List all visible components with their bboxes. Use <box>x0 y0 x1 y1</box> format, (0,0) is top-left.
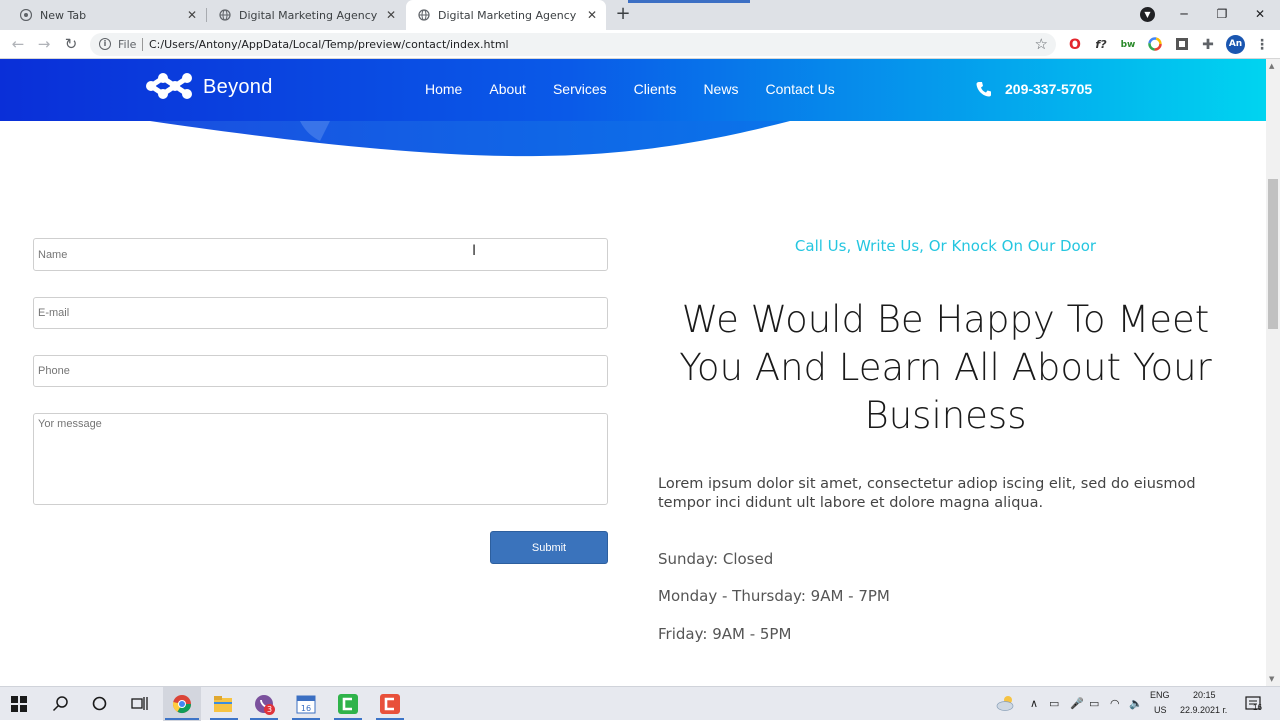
brand-logo[interactable]: Beyond <box>145 72 273 102</box>
submit-button[interactable]: Submit <box>490 531 608 564</box>
chrome-icon <box>20 9 32 21</box>
email-field[interactable] <box>33 297 608 329</box>
tab-strip: New Tab ✕ Digital Marketing Agency ✕ Dig… <box>0 0 1280 30</box>
language-indicator[interactable]: ENG <box>1150 690 1170 700</box>
color-wheel-icon[interactable] <box>1147 37 1163 53</box>
text-cursor-icon: I <box>472 243 477 259</box>
nav-news[interactable]: News <box>703 81 738 97</box>
url-text[interactable]: C:/Users/Antony/AppData/Local/Temp/previ… <box>149 38 509 51</box>
hours-friday: Friday: 9AM - 5PM <box>658 625 792 643</box>
window-close-button[interactable]: ✕ <box>1249 4 1271 24</box>
close-icon[interactable]: ✕ <box>383 8 399 22</box>
task-view-icon[interactable] <box>131 696 148 715</box>
tab-title: Digital Marketing Agency <box>438 8 577 22</box>
cortana-icon[interactable] <box>92 696 107 715</box>
site-header: Beyond Home About Services Clients News … <box>0 59 1266 159</box>
page-viewport: Beyond Home About Services Clients News … <box>0 59 1266 686</box>
svg-text:16: 16 <box>301 704 311 713</box>
close-icon[interactable]: ✕ <box>584 8 600 22</box>
notification-count: 16 <box>1253 703 1262 712</box>
phone-field[interactable] <box>33 355 608 387</box>
nav-clients[interactable]: Clients <box>634 81 677 97</box>
globe-icon <box>418 9 430 21</box>
search-icon[interactable] <box>52 695 69 716</box>
notification-badge: 3 <box>264 704 275 715</box>
reload-icon[interactable]: ↻ <box>61 34 81 54</box>
forward-arrow-icon[interactable]: → <box>34 34 54 54</box>
page-scrollbar[interactable]: ▲ ▼ <box>1266 59 1280 686</box>
brand-name: Beyond <box>203 75 273 98</box>
close-icon[interactable]: ✕ <box>184 8 200 22</box>
nav-about[interactable]: About <box>489 81 526 97</box>
nav-home[interactable]: Home <box>425 81 462 97</box>
address-bar[interactable]: i File C:/Users/Antony/AppData/Local/Tem… <box>90 33 1056 56</box>
file-explorer-icon[interactable] <box>213 695 233 717</box>
bw-extension-icon[interactable]: bw <box>1120 37 1136 53</box>
menu-dots-icon[interactable]: ⋮ <box>1254 37 1270 53</box>
star-icon[interactable]: ☆ <box>1035 35 1048 53</box>
weather-icon[interactable] <box>996 694 1016 716</box>
clock-date[interactable]: 22.9.2021 г. <box>1180 705 1227 715</box>
tab-title: Digital Marketing Agency <box>239 8 378 22</box>
tab-digital-marketing-1[interactable]: Digital Marketing Agency ✕ <box>207 0 405 30</box>
browser-toolbar: ← → ↻ i File C:/Users/Antony/AppData/Loc… <box>0 30 1280 59</box>
wifi-icon[interactable]: ◠ <box>1110 697 1120 710</box>
calendar-icon[interactable]: 16 <box>296 694 316 718</box>
drag-indicator <box>628 0 750 3</box>
chevron-down-icon[interactable]: ▼ <box>1140 7 1155 22</box>
tab-digital-marketing-active[interactable]: Digital Marketing Agency ✕ <box>406 0 606 30</box>
hours-sunday: Sunday: Closed <box>658 550 774 568</box>
main-navigation: Home About Services Clients News Contact… <box>425 81 862 97</box>
brand-logo-icon <box>146 73 192 99</box>
new-tab-button[interactable]: + <box>612 4 634 26</box>
volume-icon[interactable]: 🔈 <box>1129 697 1143 710</box>
windows-taskbar: 3 16 ∧ ▭ 🎤 ▭ ◠ 🔈 ENG US 20:15 22.9.2021 … <box>0 686 1280 721</box>
battery-icon[interactable]: ▭ <box>1089 697 1099 710</box>
extensions-icon[interactable]: ✚ <box>1200 37 1216 53</box>
microphone-icon[interactable]: 🎤 <box>1070 697 1084 710</box>
back-arrow-icon[interactable]: ← <box>8 34 28 54</box>
hours-monday-thursday: Monday - Thursday: 9AM - 7PM <box>658 587 890 605</box>
contact-intro-text: Lorem ipsum dolor sit amet, consectetur … <box>658 476 1196 511</box>
chrome-taskbar-icon[interactable] <box>172 694 192 718</box>
function-icon[interactable]: f? <box>1093 37 1109 53</box>
puzzle-box-icon[interactable] <box>1174 37 1190 53</box>
scrollbar-thumb[interactable] <box>1268 179 1278 329</box>
nav-services[interactable]: Services <box>553 81 607 97</box>
tab-title: New Tab <box>40 8 87 22</box>
tab-new-tab[interactable]: New Tab ✕ <box>8 0 206 30</box>
scheme-label: File <box>118 38 137 51</box>
scroll-up-arrow-icon[interactable]: ▲ <box>1269 62 1274 70</box>
contact-tagline: Call Us, Write Us, Or Knock On Our Door <box>794 237 1097 255</box>
avatar[interactable]: An <box>1226 35 1245 54</box>
camtasia-green-icon[interactable] <box>338 694 358 718</box>
restore-button[interactable]: ❐ <box>1211 4 1233 24</box>
phone-number: 209-337-5705 <box>1005 81 1093 97</box>
camtasia-red-icon[interactable] <box>380 694 400 718</box>
header-phone[interactable]: 209-337-5705 <box>976 81 1092 97</box>
chevron-up-icon[interactable]: ∧ <box>1030 697 1038 710</box>
opera-icon[interactable]: O <box>1067 37 1083 53</box>
clock-time[interactable]: 20:15 <box>1193 690 1216 700</box>
info-icon[interactable]: i <box>99 38 111 50</box>
globe-icon <box>219 9 231 21</box>
message-field[interactable] <box>33 413 608 505</box>
name-field[interactable] <box>33 238 608 271</box>
nav-contact-us[interactable]: Contact Us <box>765 81 834 97</box>
scroll-down-arrow-icon[interactable]: ▼ <box>1269 675 1274 683</box>
minimize-button[interactable]: ─ <box>1173 4 1195 24</box>
divider <box>142 38 143 51</box>
contact-headline: We Would Be Happy To Meet You And Learn … <box>679 298 1212 437</box>
phone-icon <box>976 82 991 97</box>
region-indicator[interactable]: US <box>1154 705 1167 715</box>
windows-start-icon[interactable] <box>11 696 27 716</box>
meet-now-icon[interactable]: ▭ <box>1049 697 1059 710</box>
